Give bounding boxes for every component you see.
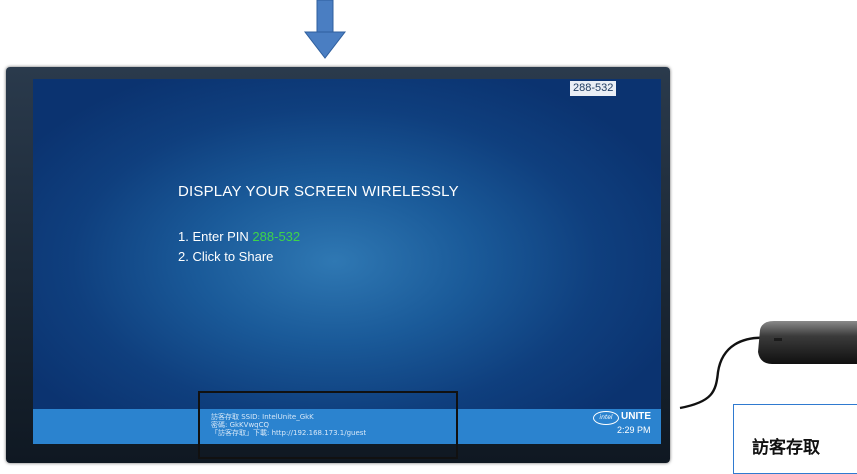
compute-stick-device [758, 321, 857, 364]
cable-line [679, 336, 769, 410]
callout-label: 訪客存取 [752, 438, 820, 458]
